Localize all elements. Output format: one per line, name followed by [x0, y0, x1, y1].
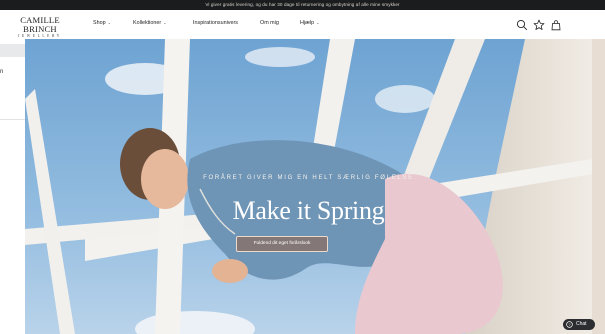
chevron-down-icon: ⌄ [163, 20, 167, 25]
nav-item-kollektioner[interactable]: Kollektioner ⌄ [133, 20, 167, 26]
chevron-down-icon: ⌄ [107, 20, 111, 25]
right-edge-panel [592, 39, 605, 334]
site-header: CAMILLE BRINCH JEWELLERY Shop ⌄ Kollektio… [0, 10, 605, 39]
nav-label: Shop [93, 20, 106, 26]
divider [0, 119, 25, 120]
nav-item-inspirationsunivers[interactable]: Inspirationsunivers [193, 20, 238, 26]
nav-label: Inspirationsunivers [193, 20, 238, 26]
svg-text:?: ? [568, 322, 571, 327]
nav-label: Om mig [260, 20, 279, 26]
nav-item-om-mig[interactable]: Om mig [260, 20, 279, 26]
announcement-bar: Vi giver gratis levering, og du har 30 d… [0, 0, 605, 10]
chevron-down-icon: ⌄ [316, 20, 320, 25]
chat-button[interactable]: ? Chat [563, 319, 595, 330]
side-panel-bar [0, 44, 25, 57]
question-icon: ? [566, 321, 573, 328]
hero-cta-button[interactable]: Fuldend dit eget forårslook [236, 236, 328, 252]
chat-label: Chat [576, 321, 587, 327]
hero-headline: Make it Spring [232, 196, 385, 225]
nav-item-hjaelp[interactable]: Hjælp ⌄ [300, 20, 319, 26]
nav-label: Kollektioner [133, 20, 162, 26]
hero-eyebrow: FORÅRET GIVER MIG EN HELT SÆRLIG FØLELSE [203, 175, 414, 181]
search-icon[interactable] [516, 19, 528, 31]
nav-item-shop[interactable]: Shop ⌄ [93, 20, 111, 26]
logo-brand-text: CAMILLE BRINCH [20, 15, 60, 34]
side-panel: n [0, 39, 25, 334]
brand-logo[interactable]: CAMILLE BRINCH JEWELLERY [8, 16, 72, 39]
nav-label: Hjælp [300, 20, 315, 26]
star-icon[interactable] [533, 19, 545, 31]
hero-image [25, 39, 592, 334]
side-panel-label: n [0, 69, 4, 75]
bag-icon[interactable] [550, 19, 562, 31]
